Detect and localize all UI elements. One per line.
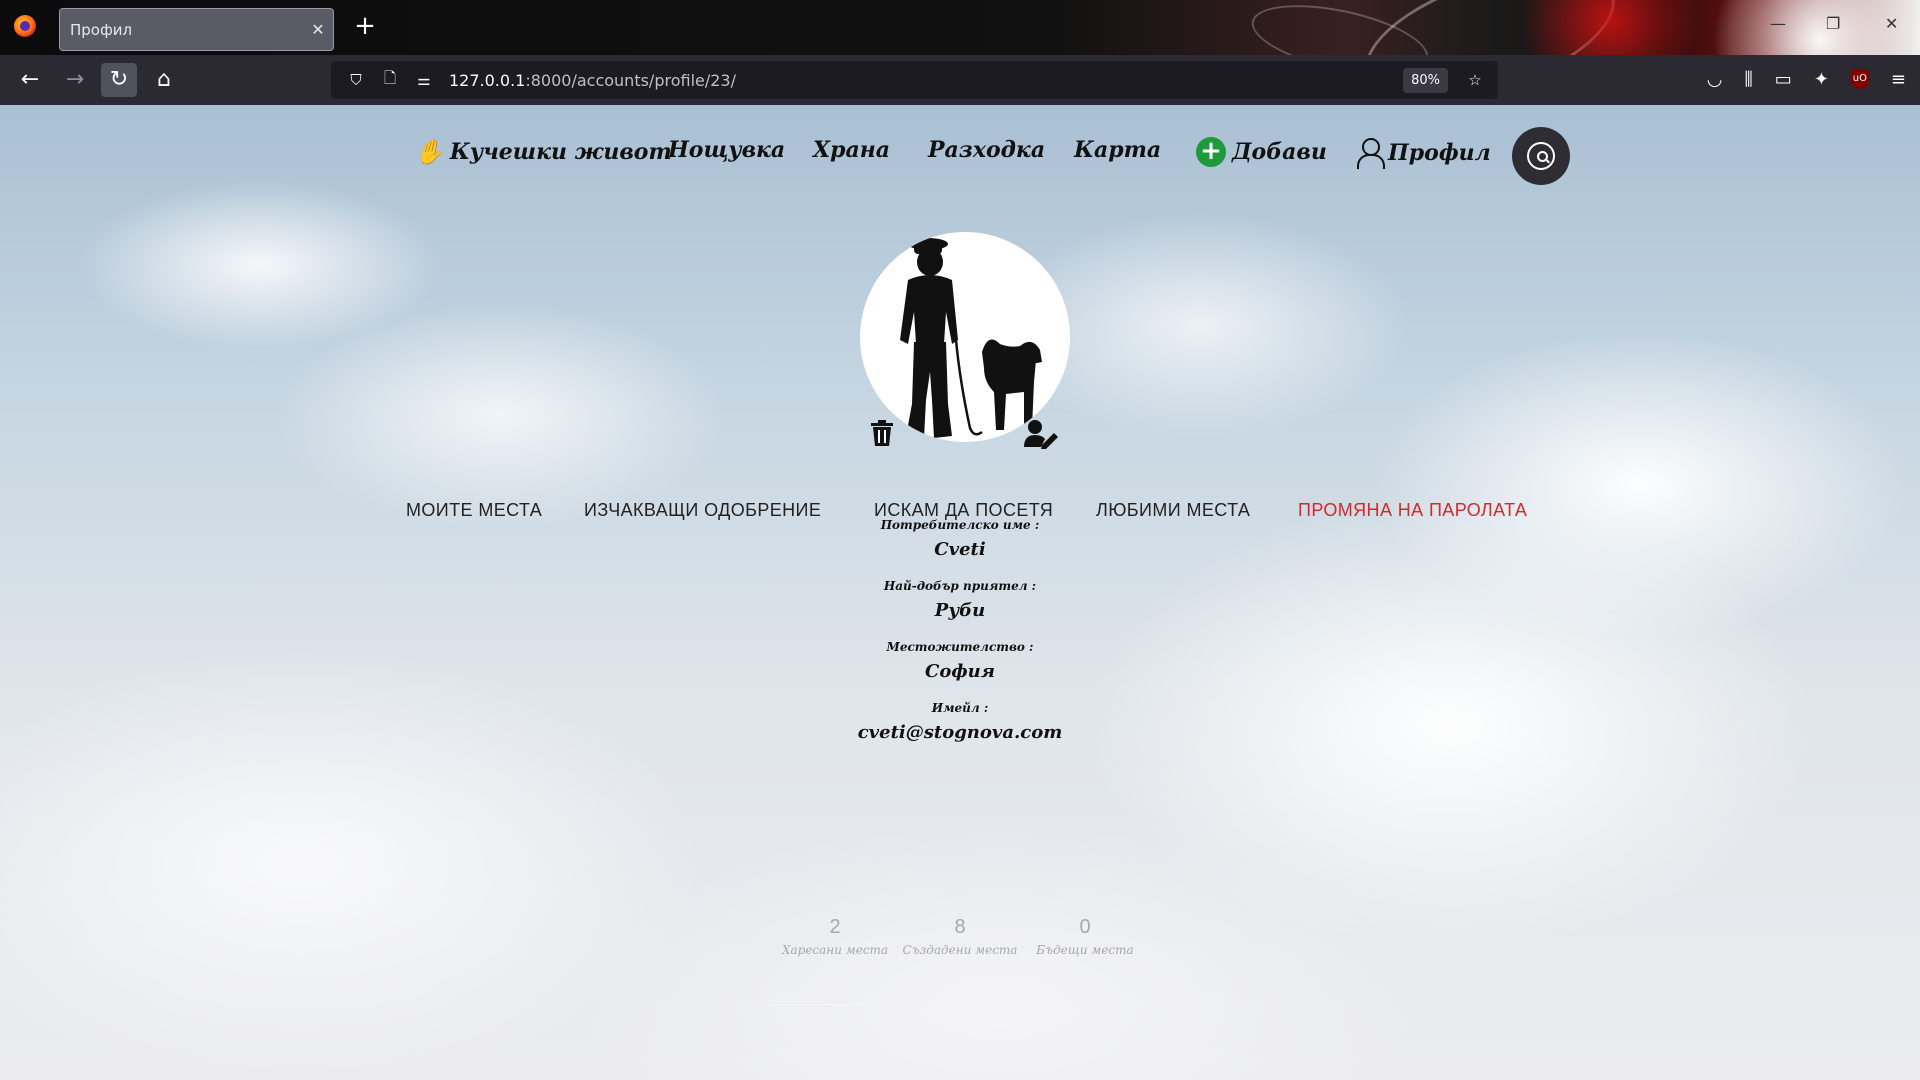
trash-icon[interactable] — [870, 419, 894, 447]
location-label: Местожителство : — [886, 640, 1034, 654]
extensions-icon[interactable]: ✦ — [1814, 69, 1829, 90]
browser-navigation-bar: ← → ↻ ⌂ ⛉ 🗋 ⚌ 127.0.0.1:8000/accounts/pr… — [0, 55, 1920, 105]
pocket-icon[interactable]: ◡ — [1707, 69, 1723, 90]
nav-item-add[interactable]: + Добави — [1196, 137, 1327, 167]
profile-label: Профил — [1388, 140, 1491, 166]
profile-avatar — [860, 232, 1070, 442]
firefox-icon[interactable] — [14, 15, 36, 37]
stat-liked-places: 2 Харесани места — [770, 913, 900, 959]
reload-icon[interactable]: ↻ — [101, 63, 137, 97]
bookmark-star-icon[interactable]: ☆ — [1458, 71, 1492, 89]
edit-user-icon[interactable] — [1024, 419, 1060, 449]
user-icon — [1356, 137, 1385, 169]
nav-item-food[interactable]: Храна — [813, 137, 890, 163]
stat-number: 2 — [829, 916, 841, 938]
theme-decoration — [1500, 0, 1720, 55]
maximize-icon[interactable]: ❐ — [1826, 14, 1840, 33]
search-icon — [1527, 142, 1555, 170]
location-value: София — [925, 661, 995, 682]
site-navigation: ✋ Кучешки живот Нощувка Храна Разходка К… — [0, 127, 1920, 187]
brand-label: Кучешки живот — [449, 138, 672, 165]
tracking-shield-icon[interactable]: ⛉ — [339, 71, 373, 89]
stat-created-places: 8 Създадени места — [895, 913, 1025, 959]
avatar-image — [860, 232, 1070, 442]
paw-hand-icon: ✋ — [414, 137, 444, 166]
zoom-level-badge[interactable]: 80% — [1403, 67, 1448, 93]
stat-future-places: 0 Бъдещи места — [1020, 913, 1150, 959]
stat-caption: Създадени места — [902, 943, 1018, 957]
stat-caption: Бъдещи места — [1036, 943, 1134, 957]
nav-item-profile[interactable]: Профил — [1356, 137, 1491, 169]
toolbar-icons: ◡ ⫼ ▭ ✦ uO ≡ — [1707, 69, 1906, 90]
best-friend-value: Руби — [934, 600, 986, 621]
page-content: ✋ Кучешки живот Нощувка Храна Разходка К… — [0, 105, 1920, 1080]
tab-my-places[interactable]: Моите места — [406, 500, 542, 521]
plus-circle-icon: + — [1196, 137, 1226, 167]
email-value: cveti@stognova.com — [857, 722, 1063, 743]
close-tab-icon[interactable]: ✕ — [303, 20, 333, 39]
stat-number: 8 — [954, 916, 966, 938]
tab-title: Профил — [70, 20, 133, 39]
url-host: 127.0.0.1 — [449, 70, 526, 90]
browser-tab[interactable]: Профил ✕ — [59, 8, 334, 51]
close-window-icon[interactable]: ✕ — [1885, 14, 1898, 33]
new-tab-button[interactable]: + — [350, 12, 380, 42]
profile-info: Потребителско име : Cveti Най-добър прия… — [760, 515, 1160, 759]
nav-item-map[interactable]: Карта — [1074, 137, 1161, 163]
browser-tab-bar: Профил ✕ + ⌄ — ❐ ✕ — [0, 0, 1920, 55]
stat-number: 0 — [1079, 916, 1091, 938]
home-icon[interactable]: ⌂ — [146, 63, 182, 97]
stat-caption: Харесани места — [781, 943, 889, 957]
username-label: Потребителско име : — [880, 518, 1040, 532]
url-path: :8000/accounts/profile/23/ — [525, 70, 736, 90]
back-arrow-icon[interactable]: ← — [12, 63, 48, 97]
tab-change-password[interactable]: Промяна на паролата — [1298, 500, 1527, 521]
username-value: Cveti — [934, 539, 986, 560]
search-button[interactable] — [1512, 127, 1570, 185]
nav-brand-link[interactable]: ✋ Кучешки живот — [414, 137, 672, 166]
best-friend-label: Най-добър приятел : — [883, 579, 1037, 593]
menu-icon[interactable]: ≡ — [1891, 69, 1906, 90]
nav-item-walk[interactable]: Разходка — [928, 137, 1045, 163]
forward-arrow-icon[interactable]: → — [57, 63, 93, 97]
nav-item-overnight[interactable]: Нощувка — [668, 137, 785, 163]
address-bar[interactable]: ⛉ 🗋 ⚌ 127.0.0.1:8000/accounts/profile/23… — [331, 61, 1498, 99]
ublock-origin-icon[interactable]: uO — [1850, 69, 1869, 89]
profile-stats: 2 Харесани места 8 Създадени места 0 Бъд… — [770, 913, 1150, 1005]
url-text[interactable]: 127.0.0.1:8000/accounts/profile/23/ — [449, 71, 1403, 90]
list-tabs-icon[interactable]: ⌄ — [1715, 14, 1728, 33]
minimize-icon[interactable]: — — [1770, 14, 1786, 33]
sidebar-icon[interactable]: ▭ — [1775, 69, 1792, 90]
email-label: Имейл : — [931, 701, 989, 715]
permissions-icon[interactable]: ⚌ — [407, 71, 441, 89]
man-walking-dog-silhouette — [900, 238, 1042, 438]
page-info-icon[interactable]: 🗋 — [373, 68, 407, 93]
library-icon[interactable]: ⫼ — [1745, 69, 1753, 90]
add-label: Добави — [1232, 139, 1327, 165]
